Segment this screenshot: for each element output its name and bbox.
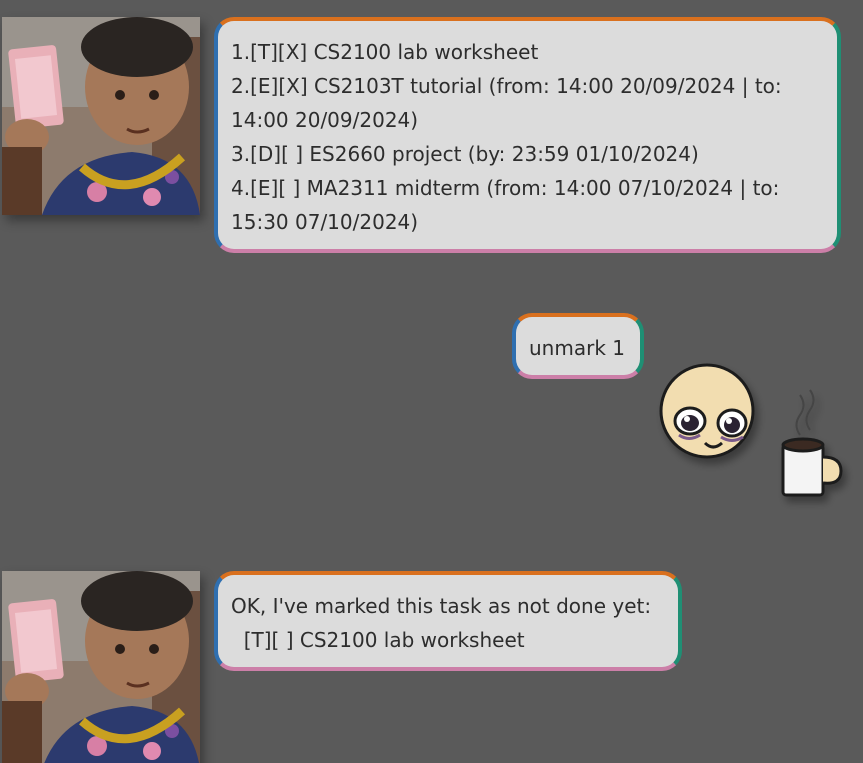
- message-line: 1.[T][X] CS2100 lab worksheet: [231, 40, 539, 64]
- user-avatar: [655, 345, 855, 515]
- user-message-bubble: unmark 1: [512, 313, 644, 379]
- message-line: 15:30 07/10/2024): [231, 210, 419, 234]
- bot-message-bubble: 1.[T][X] CS2100 lab worksheet 2.[E][X] C…: [214, 17, 841, 253]
- bot-avatar: [2, 17, 200, 215]
- message-line: [T][ ] CS2100 lab worksheet: [231, 628, 525, 652]
- message-line: 4.[E][ ] MA2311 midterm (from: 14:00 07/…: [231, 176, 780, 200]
- bot-message-bubble: OK, I've marked this task as not done ye…: [214, 571, 682, 671]
- message-line: 14:00 20/09/2024): [231, 108, 419, 132]
- message-line: OK, I've marked this task as not done ye…: [231, 594, 652, 618]
- message-line: unmark 1: [529, 336, 625, 360]
- chat-window: 1.[T][X] CS2100 lab worksheet 2.[E][X] C…: [0, 0, 863, 763]
- bot-avatar: [2, 571, 200, 763]
- message-line: 2.[E][X] CS2103T tutorial (from: 14:00 2…: [231, 74, 782, 98]
- message-line: 3.[D][ ] ES2660 project (by: 23:59 01/10…: [231, 142, 699, 166]
